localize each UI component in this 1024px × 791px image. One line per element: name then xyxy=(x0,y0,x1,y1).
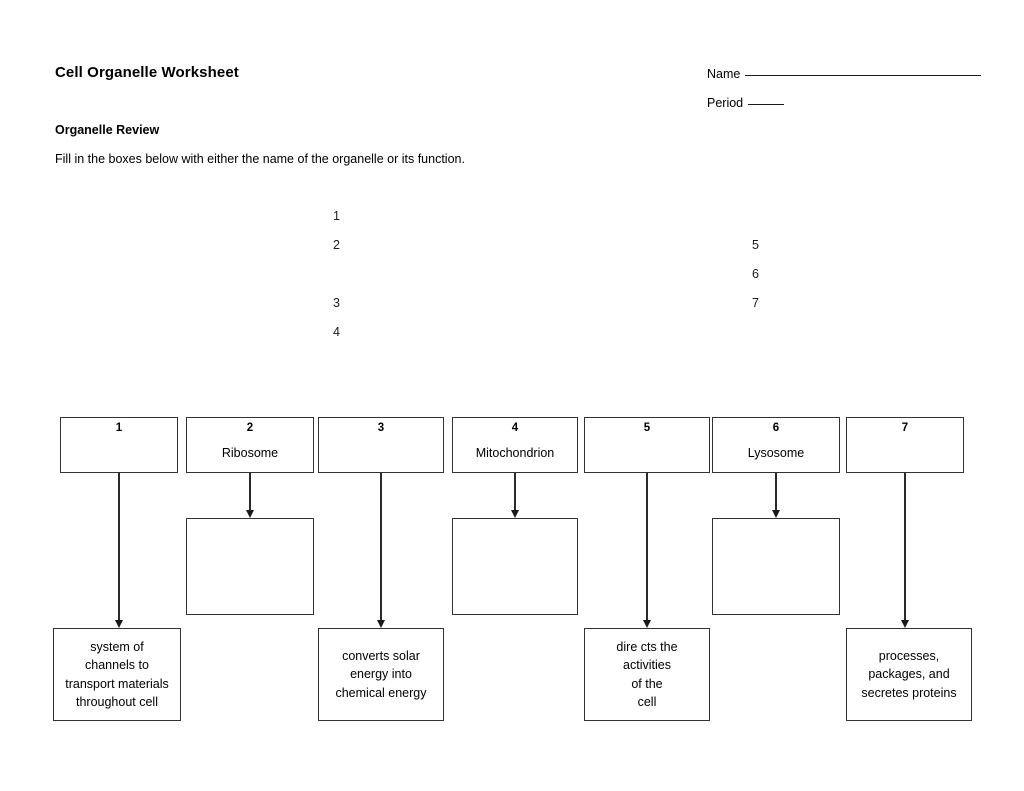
arrow-shaft xyxy=(249,473,251,511)
organelle-name: Lysosome xyxy=(747,445,805,460)
organelle-box-number: 6 xyxy=(772,422,780,434)
period-write-in-line[interactable] xyxy=(748,104,785,105)
worksheet-page: Cell Organelle Worksheet Name Period Org… xyxy=(0,0,1024,791)
function-text: processes, packages, and secretes protei… xyxy=(861,648,957,700)
arrow-head-icon xyxy=(511,510,519,518)
function-box-5: dire cts the activities of the cell xyxy=(584,628,710,721)
organelle-box-1[interactable]: 1 xyxy=(60,417,178,473)
organelle-box-number: 4 xyxy=(511,422,519,434)
name-write-in-line[interactable] xyxy=(745,75,982,76)
organelle-box-3[interactable]: 3 xyxy=(318,417,444,473)
organelle-box-number: 1 xyxy=(115,422,123,434)
arrow-to-answer-box-6 xyxy=(770,473,782,518)
diagram-callout-7: 7 xyxy=(752,296,759,310)
function-text: converts solar energy into chemical ener… xyxy=(335,648,427,700)
organelle-box-6[interactable]: 6 Lysosome xyxy=(712,417,840,473)
arrow-shaft xyxy=(514,473,516,511)
arrow-shaft xyxy=(646,473,648,621)
organelle-box-number: 2 xyxy=(246,422,254,434)
organelle-box-number: 3 xyxy=(377,422,385,434)
arrow-to-function-box-5 xyxy=(641,473,653,628)
arrow-to-function-box-7 xyxy=(899,473,911,628)
organelle-box-7[interactable]: 7 xyxy=(846,417,964,473)
arrow-to-function-box-3 xyxy=(375,473,387,628)
organelle-box-4[interactable]: 4 Mitochondrion xyxy=(452,417,578,473)
arrow-shaft xyxy=(904,473,906,621)
arrow-shaft xyxy=(775,473,777,511)
function-text: system of channels to transport material… xyxy=(65,639,169,710)
diagram-callout-6: 6 xyxy=(752,267,759,281)
name-field-row: Name xyxy=(707,67,982,81)
section-title: Organelle Review xyxy=(55,123,160,137)
function-box-1: system of channels to transport material… xyxy=(53,628,181,721)
organelle-box-2[interactable]: 2 Ribosome xyxy=(186,417,314,473)
instructions-text: Fill in the boxes below with either the … xyxy=(55,152,465,166)
diagram-callout-5: 5 xyxy=(752,238,759,252)
diagram-callout-4: 4 xyxy=(333,325,340,339)
organelle-box-number: 7 xyxy=(901,422,909,434)
arrow-to-answer-box-4 xyxy=(509,473,521,518)
arrow-to-function-box-1 xyxy=(113,473,125,628)
organelle-name: Ribosome xyxy=(221,445,279,460)
function-answer-box-4[interactable] xyxy=(452,518,578,615)
function-box-3: converts solar energy into chemical ener… xyxy=(318,628,444,721)
organelle-name: Mitochondrion xyxy=(475,445,555,460)
arrow-to-answer-box-2 xyxy=(244,473,256,518)
period-field-row: Period xyxy=(707,96,785,110)
function-text: dire cts the activities of the cell xyxy=(616,639,678,710)
diagram-callout-1: 1 xyxy=(333,209,340,223)
name-label: Name xyxy=(707,67,741,81)
function-answer-box-6[interactable] xyxy=(712,518,840,615)
function-answer-box-2[interactable] xyxy=(186,518,314,615)
organelle-box-number: 5 xyxy=(643,422,651,434)
arrow-shaft xyxy=(118,473,120,621)
organelle-box-5[interactable]: 5 xyxy=(584,417,710,473)
arrow-head-icon xyxy=(901,620,909,628)
arrow-head-icon xyxy=(115,620,123,628)
arrow-head-icon xyxy=(643,620,651,628)
arrow-head-icon xyxy=(772,510,780,518)
period-label: Period xyxy=(707,96,744,110)
arrow-head-icon xyxy=(246,510,254,518)
function-box-7: processes, packages, and secretes protei… xyxy=(846,628,972,721)
arrow-shaft xyxy=(380,473,382,621)
diagram-callout-3: 3 xyxy=(333,296,340,310)
diagram-callout-2: 2 xyxy=(333,238,340,252)
page-title: Cell Organelle Worksheet xyxy=(55,64,239,81)
arrow-head-icon xyxy=(377,620,385,628)
